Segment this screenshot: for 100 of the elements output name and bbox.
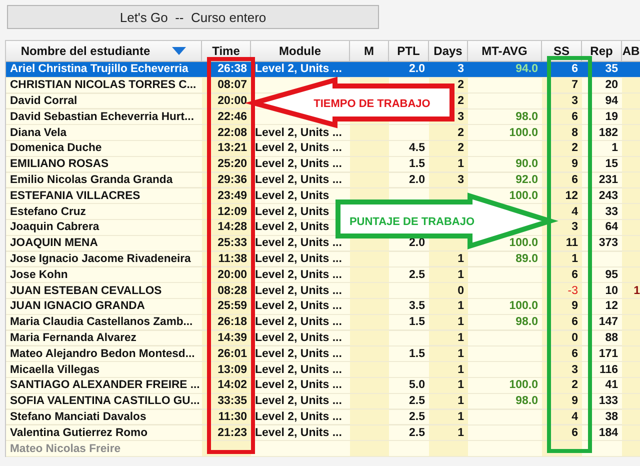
column-header[interactable]: Rep — [582, 41, 622, 61]
table-cell: Level 2, Units ... — [251, 252, 350, 268]
table-cell[interactable]: CHRISTIAN NICOLAS TORRES C... — [6, 78, 202, 94]
table-cell: 08:28 — [202, 283, 251, 299]
table-cell: 3 — [542, 362, 582, 378]
table-cell[interactable]: Domenica Duche — [6, 140, 202, 157]
table-cell: 19 — [582, 109, 622, 126]
table-cell: 22:46 — [202, 109, 251, 126]
table-cell[interactable]: Mateo Alejandro Bedon Montesd... — [6, 346, 202, 362]
table-cell[interactable]: Diana Vela — [6, 125, 202, 141]
table-cell: 2.5 — [389, 410, 429, 426]
table-cell: 15 — [582, 156, 622, 173]
table-cell[interactable]: Jose Ignacio Jacome Rivadeneira — [6, 252, 202, 268]
table-cell[interactable]: David Sebastian Echeverria Hurt... — [6, 109, 202, 126]
window-title: Let's Go -- Curso entero — [120, 10, 266, 24]
table-cell: 20 — [582, 78, 622, 94]
table-cell: 2.5 — [389, 394, 429, 410]
table-cell: 6 — [542, 425, 582, 442]
table-cell: 08:07 — [202, 78, 251, 94]
table-cell: 92.0 — [468, 172, 542, 188]
table-cell: 147 — [582, 314, 622, 331]
table-cell: 33:35 — [202, 394, 251, 410]
table-cell: 2 — [429, 125, 468, 141]
table-cell: 7 — [542, 78, 582, 94]
table-cell[interactable]: EMILIANO ROSAS — [6, 156, 202, 173]
table-cell: 14:28 — [202, 220, 251, 236]
table-cell: 38 — [582, 410, 622, 426]
table-cell: 22:08 — [202, 125, 251, 141]
column-header[interactable]: Module — [251, 41, 350, 61]
table-cell[interactable]: SANTIAGO ALEXANDER FREIRE ... — [6, 378, 202, 394]
table-cell[interactable]: SOFIA VALENTINA CASTILLO GU... — [6, 394, 202, 410]
table-cell[interactable]: ESTEFANIA VILLACRES — [6, 188, 202, 204]
table-cell[interactable]: JOAQUIN MENA — [6, 236, 202, 252]
table-cell: 88 — [582, 330, 622, 346]
table-cell: 4 — [542, 410, 582, 426]
column-header[interactable]: SS — [542, 41, 582, 61]
callout-label: PUNTAJE DE TRABAJO — [349, 216, 475, 228]
table-cell: Level 2, Units ... — [251, 410, 350, 426]
table-cell: 116 — [582, 362, 622, 378]
table-cell: 3 — [429, 172, 468, 188]
table-cell: Level 2, Units ... — [251, 140, 350, 157]
table-cell: 9 — [542, 394, 582, 410]
table-cell: 1 — [582, 140, 622, 157]
column-header[interactable]: M — [350, 41, 389, 61]
column-header[interactable]: Nombre del estudiante — [6, 41, 202, 61]
table-cell: 2.0 — [389, 62, 429, 78]
table-cell — [622, 62, 640, 78]
table-cell: 98.0 — [468, 314, 542, 331]
table-cell: 12:09 — [202, 204, 251, 220]
table-cell: 1 — [429, 362, 468, 378]
table-cell: 33 — [582, 204, 622, 220]
table-cell[interactable]: Micaella Villegas — [6, 362, 202, 378]
table-cell[interactable]: Maria Fernanda Alvarez — [6, 330, 202, 346]
table-cell[interactable]: David Corral — [6, 94, 202, 110]
table-cell: 25:20 — [202, 156, 251, 173]
table-cell: 1 — [429, 156, 468, 173]
table-cell[interactable]: Jose Kohn — [6, 267, 202, 284]
table-cell: 26:18 — [202, 314, 251, 331]
table-cell: 14:39 — [202, 330, 251, 346]
table-cell: Level 2, Units ... — [251, 156, 350, 173]
table-cell[interactable]: JUAN ESTEBAN CEVALLOS — [6, 283, 202, 299]
table-cell: 1.5 — [389, 156, 429, 173]
table-cell: Level 2, Units ... — [251, 314, 350, 331]
table-cell: 1 — [429, 425, 468, 442]
table-cell: 94.0 — [468, 62, 542, 78]
table-cell: 94 — [582, 94, 622, 110]
table-cell: 2 — [542, 378, 582, 394]
table-cell: 3 — [429, 62, 468, 78]
table-cell: 25:33 — [202, 236, 251, 252]
table-cell: 20:00 — [202, 267, 251, 284]
column-header[interactable]: MT-AVG — [468, 41, 542, 61]
column-header[interactable]: AB — [622, 41, 640, 61]
table-cell: 26:01 — [202, 346, 251, 362]
table-cell: 21:23 — [202, 425, 251, 442]
table-cell[interactable]: Ariel Christina Trujillo Echeverria — [6, 62, 202, 78]
column-header[interactable]: Days — [429, 41, 468, 61]
table-cell: Level 2, Units ... — [251, 378, 350, 394]
table-cell[interactable]: Valentina Gutierrez Romo — [6, 425, 202, 442]
table-cell: 98.0 — [468, 394, 542, 410]
table-cell[interactable]: Joaquin Cabrera — [6, 220, 202, 236]
table-cell: 133 — [582, 394, 622, 410]
table-cell: 9 — [542, 298, 582, 315]
table-cell: -3 — [542, 283, 582, 299]
table-cell: 35 — [582, 62, 622, 78]
table-cell[interactable]: Stefano Manciati Davalos — [6, 410, 202, 426]
table-cell: 1 — [542, 252, 582, 268]
table-cell: 2.0 — [389, 172, 429, 188]
column-header[interactable]: PTL — [389, 41, 429, 61]
table-cell: 100.0 — [468, 378, 542, 394]
table-cell: Level 2, Units ... — [251, 172, 350, 188]
table-cell[interactable]: JUAN IGNACIO GRANDA — [6, 298, 202, 315]
table-cell[interactable]: Emilio Nicolas Granda Granda — [6, 172, 202, 188]
table-cell: 29:36 — [202, 172, 251, 188]
table-cell: 64 — [582, 220, 622, 236]
table-cell[interactable]: Estefano Cruz — [6, 204, 202, 220]
column-header[interactable]: Time — [202, 41, 251, 61]
table-cell: Level 2, Units ... — [251, 346, 350, 362]
table-cell: Level 2, Units ... — [251, 283, 350, 299]
table-cell[interactable]: Maria Claudia Castellanos Zamb... — [6, 314, 202, 331]
callout-label: TIEMPO DE TRABAJO — [314, 98, 430, 110]
